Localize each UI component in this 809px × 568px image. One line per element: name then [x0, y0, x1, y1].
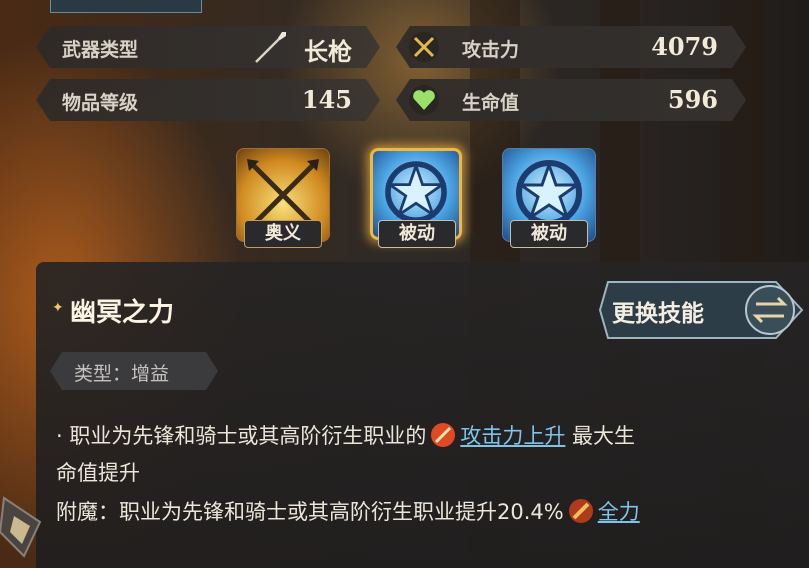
description-line-2: 命值提升 [56, 461, 140, 485]
skill-type-badge: 类型：增益 [50, 352, 218, 390]
attack-label: 攻击力 [462, 39, 520, 61]
hp-stat: 生命值 596 [396, 79, 746, 121]
skill-type-label: 类型：增益 [74, 363, 170, 385]
item-level-label: 物品等级 [62, 92, 139, 114]
skill-tag-passive-1: 被动 [378, 220, 456, 248]
full-power-link[interactable]: 全力 [598, 500, 640, 524]
enchant-text: 附魔：职业为先锋和骑士或其高阶衍生职业提升20.4% [56, 500, 564, 524]
skill-slot-passive-selected[interactable]: 被动 [370, 148, 462, 250]
change-skill-button[interactable]: 更换技能 [598, 278, 804, 342]
description-text: 最大生 [572, 424, 636, 448]
skill-slot-passive[interactable]: 被动 [502, 148, 596, 250]
top-header-fragment [50, 0, 202, 13]
spear-icon [252, 30, 288, 66]
attack-up-icon [431, 423, 456, 447]
attack-stat: 攻击力 4079 [396, 26, 746, 68]
attack-up-link[interactable]: 攻击力上升 [460, 424, 565, 448]
full-power-icon [568, 499, 593, 523]
skill-name: 幽冥之力 [70, 298, 175, 328]
weapon-type-value: 长枪 [304, 38, 352, 66]
item-level-value: 145 [301, 85, 352, 114]
skill-slot-ultimate[interactable]: 奥义 [236, 148, 330, 250]
weapon-type-stat: 武器类型 长枪 [36, 26, 380, 68]
attack-value: 4079 [651, 32, 718, 61]
hp-value: 596 [667, 85, 718, 114]
corner-ornament-icon [0, 496, 42, 558]
weapon-type-label: 武器类型 [62, 39, 139, 61]
description-line-3: 附魔：职业为先锋和骑士或其高阶衍生职业提升20.4% 全力 [56, 496, 640, 526]
skill-detail-panel: ✦ 幽冥之力 更换技能 类型：增益 · 职业为先锋和骑士或其高阶衍生职业的 攻击力… [36, 262, 809, 568]
title-star-bullet: ✦ [52, 300, 64, 316]
heart-icon [408, 84, 440, 116]
skill-tag-passive-2: 被动 [510, 220, 588, 248]
hp-label: 生命值 [462, 92, 520, 114]
item-level-stat: 物品等级 145 [36, 79, 380, 121]
crossed-swords-icon [408, 31, 440, 63]
description-text: · 职业为先锋和骑士或其高阶衍生职业的 [56, 424, 427, 448]
description-line-1: · 职业为先锋和骑士或其高阶衍生职业的 攻击力上升 最大生 [56, 420, 635, 450]
change-skill-label: 更换技能 [612, 301, 704, 327]
skill-tag-ultimate: 奥义 [244, 220, 322, 248]
